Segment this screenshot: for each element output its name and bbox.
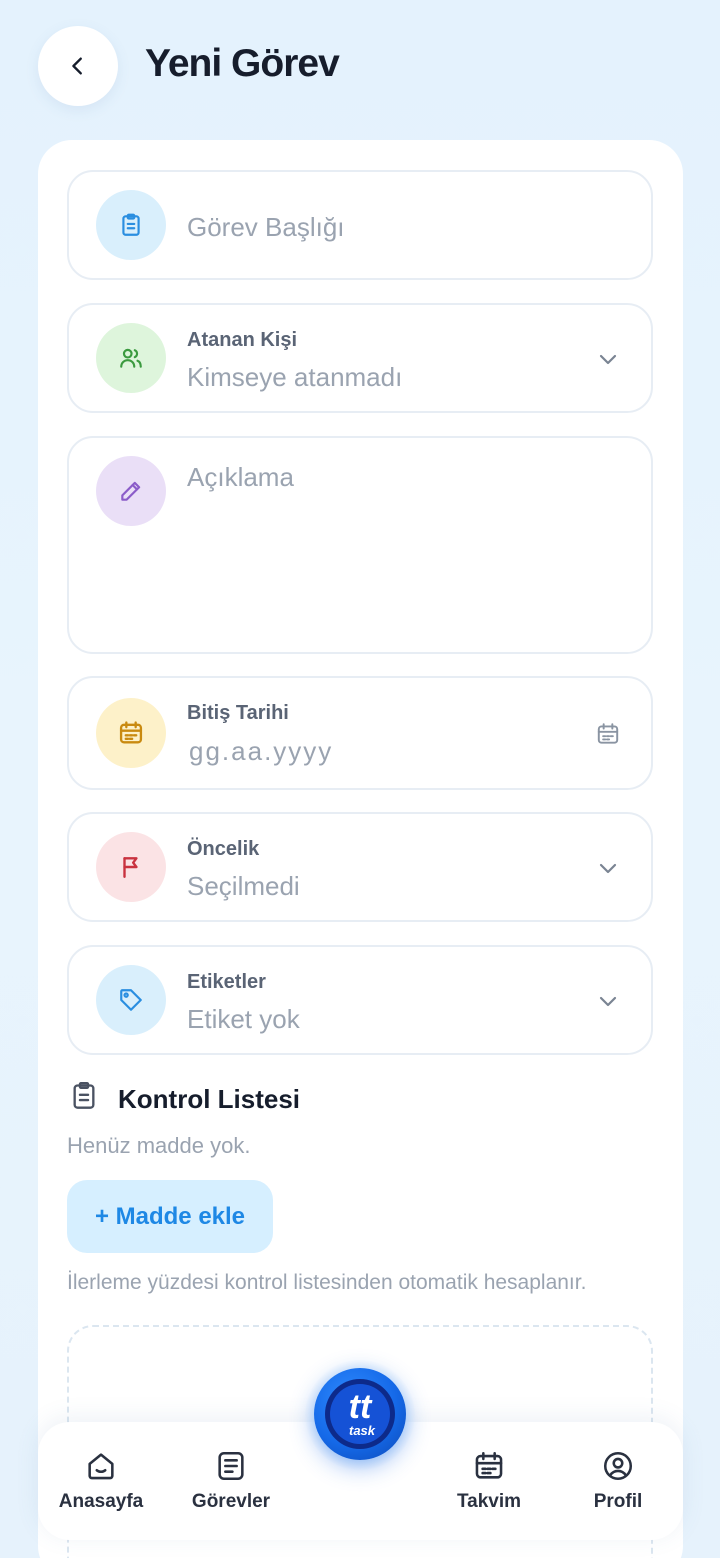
calendar-picker-icon[interactable] <box>595 721 621 747</box>
priority-select[interactable]: Öncelik Seçilmedi <box>67 812 653 922</box>
nav-label-home: Anasayfa <box>58 1491 144 1512</box>
assignee-select[interactable]: Atanan Kişi Kimseye atanmadı <box>67 303 653 413</box>
chevron-down-icon <box>595 988 621 1014</box>
checklist-empty-text: Henüz madde yok. <box>67 1133 251 1158</box>
checklist-header: Kontrol Listesi <box>70 1080 650 1120</box>
users-icon <box>96 323 166 393</box>
assignee-label: Atanan Kişi <box>187 329 298 351</box>
pencil-icon <box>96 456 166 526</box>
nav-label-profile: Profil <box>593 1491 643 1512</box>
tags-value: Etiket yok <box>187 1004 300 1034</box>
assignee-value: Kimseye atanmadı <box>187 362 403 392</box>
svg-text:task: task <box>349 1423 376 1438</box>
calendar-icon <box>475 1451 503 1479</box>
tt-task-logo: tt task <box>325 1379 395 1449</box>
checklist-icon <box>70 1080 98 1117</box>
description-placeholder: Açıklama <box>187 462 294 492</box>
profile-icon <box>603 1451 633 1481</box>
nav-item-home[interactable]: Anasayfa <box>41 1422 161 1540</box>
nav-item-tasks[interactable]: Görevler <box>171 1422 291 1540</box>
priority-label: Öncelik <box>187 838 260 860</box>
nav-label-calendar: Takvim <box>456 1491 522 1512</box>
priority-value: Seçilmedi <box>187 871 300 901</box>
nav-item-calendar[interactable]: Takvim <box>429 1422 549 1540</box>
tasks-icon <box>218 1451 244 1481</box>
logo-fab-button[interactable]: tt task <box>314 1368 406 1460</box>
calendar-icon <box>96 698 166 768</box>
svg-text:tt: tt <box>349 1388 373 1426</box>
nav-label-tasks: Görevler <box>191 1491 271 1512</box>
chevron-left-icon <box>72 57 82 75</box>
chevron-down-icon <box>595 855 621 881</box>
chevron-down-icon <box>595 346 621 372</box>
checklist-title: Kontrol Listesi <box>118 1084 301 1114</box>
clipboard-icon <box>96 190 166 260</box>
due-date-value: gg.aa.yyyy <box>189 736 334 766</box>
description-field[interactable]: Açıklama <box>67 436 653 654</box>
home-icon <box>88 1453 114 1480</box>
tags-select[interactable]: Etiketler Etiket yok <box>67 945 653 1055</box>
tag-icon <box>96 965 166 1035</box>
add-item-button[interactable]: + Madde ekle <box>67 1180 273 1253</box>
tags-label: Etiketler <box>187 971 266 993</box>
progress-hint: İlerleme yüzdesi kontrol listesinden oto… <box>67 1271 587 1294</box>
header: Yeni Görev <box>0 0 720 140</box>
flag-icon <box>96 832 166 902</box>
task-title-placeholder: Görev Başlığı <box>187 212 345 242</box>
back-button[interactable] <box>38 26 118 106</box>
nav-item-profile[interactable]: Profil <box>558 1422 678 1540</box>
page-title: Yeni Görev <box>145 42 340 85</box>
task-title-field[interactable]: Görev Başlığı <box>67 170 653 280</box>
due-date-field[interactable]: Bitiş Tarihi gg.aa.yyyy <box>67 676 653 790</box>
due-date-label: Bitiş Tarihi <box>187 702 289 724</box>
